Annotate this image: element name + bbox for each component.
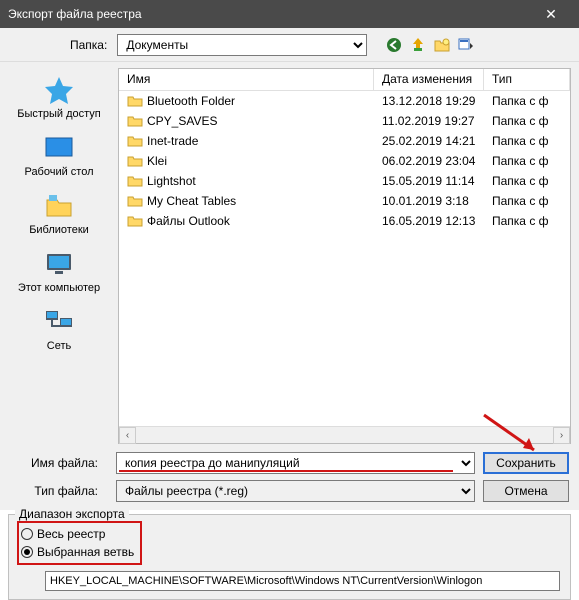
file-name: Файлы Outlook	[147, 214, 230, 228]
sidebar-label: Рабочий стол	[24, 166, 93, 178]
radio-label: Весь реестр	[37, 527, 105, 541]
file-date: 15.05.2019 11:14	[374, 174, 484, 188]
file-date: 10.01.2019 3:18	[374, 194, 484, 208]
window-title: Экспорт файла реестра	[8, 7, 531, 21]
radio-all-registry[interactable]: Весь реестр	[21, 525, 134, 543]
filetype-label: Тип файла:	[0, 484, 108, 498]
file-date: 11.02.2019 19:27	[374, 114, 484, 128]
filetype-dropdown[interactable]: Файлы реестра (*.reg)	[116, 480, 475, 502]
file-name: Klei	[147, 154, 167, 168]
file-date: 25.02.2019 14:21	[374, 134, 484, 148]
export-range-group: Диапазон экспорта Весь реестр Выбранная …	[8, 514, 571, 600]
table-row[interactable]: Lightshot 15.05.2019 11:14Папка с ф	[119, 171, 570, 191]
folder-icon	[127, 113, 143, 129]
file-type: Папка с ф	[484, 94, 570, 108]
sidebar-item-this-pc[interactable]: Этот компьютер	[0, 244, 118, 298]
file-date: 16.05.2019 12:13	[374, 214, 484, 228]
annotation-underline	[119, 470, 453, 472]
libraries-icon	[43, 190, 75, 222]
places-sidebar: Быстрый доступ Рабочий стол Библиотеки Э…	[0, 62, 118, 448]
annotation-highlight-box: Весь реестр Выбранная ветвь	[17, 521, 142, 565]
table-row[interactable]: Klei 06.02.2019 23:04Папка с ф	[119, 151, 570, 171]
sidebar-item-libraries[interactable]: Библиотеки	[0, 186, 118, 240]
new-folder-icon[interactable]	[431, 34, 453, 56]
table-row[interactable]: Inet-trade 25.02.2019 14:21Папка с ф	[119, 131, 570, 151]
close-button[interactable]: ✕	[531, 0, 571, 28]
column-header-type[interactable]: Тип	[484, 69, 570, 90]
sidebar-label: Сеть	[47, 340, 71, 352]
file-type: Папка с ф	[484, 214, 570, 228]
folder-icon	[127, 213, 143, 229]
sidebar-item-desktop[interactable]: Рабочий стол	[0, 128, 118, 182]
view-menu-icon[interactable]	[455, 34, 477, 56]
table-row[interactable]: CPY_SAVES 11.02.2019 19:27Папка с ф	[119, 111, 570, 131]
sidebar-label: Быстрый доступ	[17, 108, 101, 120]
sidebar-label: Библиотеки	[29, 224, 89, 236]
computer-icon	[43, 248, 75, 280]
horizontal-scrollbar[interactable]: ‹ ›	[119, 426, 570, 443]
file-name: Lightshot	[147, 174, 196, 188]
save-button[interactable]: Сохранить	[483, 452, 569, 474]
back-icon[interactable]	[383, 34, 405, 56]
file-type: Папка с ф	[484, 154, 570, 168]
file-date: 06.02.2019 23:04	[374, 154, 484, 168]
file-type: Папка с ф	[484, 134, 570, 148]
sidebar-label: Этот компьютер	[18, 282, 100, 294]
file-type: Папка с ф	[484, 174, 570, 188]
column-headers: Имя Дата изменения Тип	[119, 69, 570, 91]
table-row[interactable]: My Cheat Tables 10.01.2019 3:18Папка с ф	[119, 191, 570, 211]
folder-label: Папка:	[70, 38, 107, 52]
file-list[interactable]: Bluetooth Folder13.12.2018 19:29Папка с …	[119, 91, 570, 426]
titlebar: Экспорт файла реестра ✕	[0, 0, 579, 28]
radio-label: Выбранная ветвь	[37, 545, 134, 559]
desktop-icon	[43, 132, 75, 164]
file-name: My Cheat Tables	[147, 194, 236, 208]
filename-label: Имя файла:	[0, 456, 108, 470]
file-name: CPY_SAVES	[147, 114, 217, 128]
file-name: Bluetooth Folder	[147, 94, 235, 108]
folder-dropdown[interactable]: Документы	[117, 34, 367, 56]
scroll-left-icon[interactable]: ‹	[119, 427, 136, 444]
file-list-pane: Имя Дата изменения Тип Bluetooth Folder 1…	[118, 68, 571, 444]
folder-icon	[127, 133, 143, 149]
export-range-legend: Диапазон экспорта	[15, 507, 129, 521]
table-row[interactable]: Bluetooth Folder 13.12.2018 19:29Папка с …	[119, 91, 570, 111]
file-type: Папка с ф	[484, 114, 570, 128]
network-icon	[43, 306, 75, 338]
table-row[interactable]: Файлы Outlook 16.05.2019 12:13Папка с ф	[119, 211, 570, 231]
sidebar-item-quick-access[interactable]: Быстрый доступ	[0, 70, 118, 124]
toolbar: Папка: Документы	[0, 28, 579, 62]
radio-selected-branch[interactable]: Выбранная ветвь	[21, 543, 134, 561]
folder-icon	[127, 173, 143, 189]
radio-icon	[21, 528, 33, 540]
branch-path-input[interactable]	[45, 571, 560, 591]
cancel-button[interactable]: Отмена	[483, 480, 569, 502]
radio-checked-icon	[21, 546, 33, 558]
file-date: 13.12.2018 19:29	[374, 94, 484, 108]
folder-icon	[127, 93, 143, 109]
file-fields: Имя файла: копия реестра до манипуляций …	[0, 448, 579, 510]
folder-icon	[127, 193, 143, 209]
scroll-track[interactable]	[136, 427, 553, 443]
folder-icon	[127, 153, 143, 169]
star-icon	[43, 74, 75, 106]
up-icon[interactable]	[407, 34, 429, 56]
file-name: Inet-trade	[147, 134, 198, 148]
column-header-name[interactable]: Имя	[119, 69, 374, 90]
file-type: Папка с ф	[484, 194, 570, 208]
column-header-date[interactable]: Дата изменения	[374, 69, 484, 90]
scroll-right-icon[interactable]: ›	[553, 427, 570, 444]
sidebar-item-network[interactable]: Сеть	[0, 302, 118, 356]
